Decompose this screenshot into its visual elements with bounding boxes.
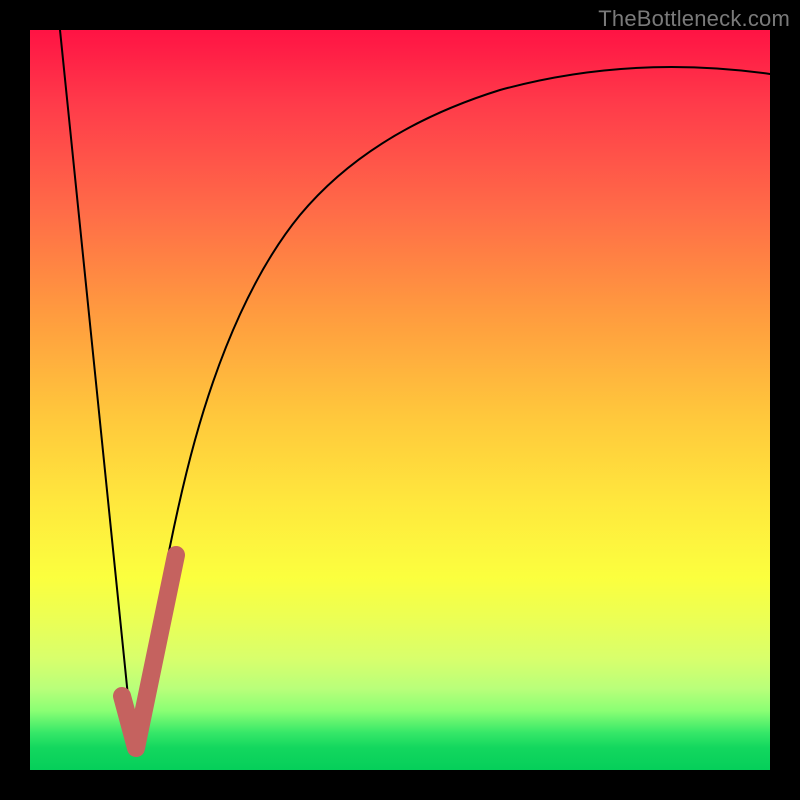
line-layer	[30, 30, 770, 770]
watermark-text: TheBottleneck.com	[598, 6, 790, 32]
check-mark	[122, 555, 176, 748]
series-right-curve	[134, 67, 770, 755]
chart-frame: TheBottleneck.com	[0, 0, 800, 800]
series-left-descent	[60, 30, 134, 755]
plot-area	[30, 30, 770, 770]
